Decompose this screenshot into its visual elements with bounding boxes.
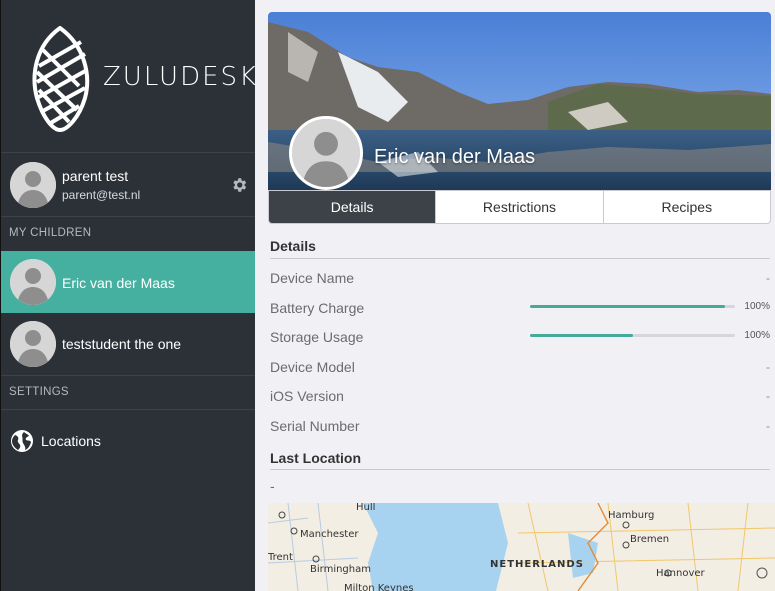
map-label-birmingham: Birmingham <box>310 564 371 575</box>
globe-icon <box>11 430 33 452</box>
storage-usage-label: Storage Usage <box>270 329 364 345</box>
storage-progress-fill <box>530 334 633 337</box>
tab-bar: Details Restrictions Recipes <box>268 190 771 224</box>
ios-version-value: - <box>766 389 770 403</box>
brand-name: ZULUDESK <box>103 62 259 92</box>
divider <box>1 152 256 153</box>
storage-usage-value: 100% <box>744 330 770 341</box>
tab-recipes[interactable]: Recipes <box>602 191 770 223</box>
serial-number-value: - <box>766 419 770 433</box>
child-avatar <box>10 321 56 367</box>
settings-header: SETTINGS <box>9 386 69 398</box>
serial-number-label: Serial Number <box>270 418 360 434</box>
divider <box>1 216 256 217</box>
battery-progress-fill <box>530 305 725 308</box>
child-avatar <box>10 259 56 305</box>
map-label-netherlands: NETHERLANDS <box>490 559 584 570</box>
last-location-title: Last Location <box>270 450 362 466</box>
child-item-teststudent[interactable]: teststudent the one <box>1 313 256 375</box>
map-label-bremen: Bremen <box>630 534 670 545</box>
parent-email: parent@test.nl <box>62 188 141 202</box>
tab-details[interactable]: Details <box>269 191 436 223</box>
child-name: Eric van der Maas <box>62 275 175 291</box>
battery-progress-bar <box>530 305 735 308</box>
device-model-value: - <box>766 360 770 374</box>
divider <box>1 409 256 410</box>
map-label-hamburg: Hamburg <box>608 510 655 521</box>
profile-avatar <box>289 116 363 190</box>
sidebar: ZULUDESK parent test parent@test.nl MY C… <box>0 0 259 591</box>
parent-avatar <box>10 162 56 208</box>
map-label-hannover: Hannover <box>656 568 705 579</box>
location-map[interactable]: Hull Manchester Trent Birmingham Milton … <box>268 503 775 591</box>
main-panel: Eric van der Maas Details Restrictions R… <box>255 0 775 591</box>
my-children-header: MY CHILDREN <box>9 227 92 239</box>
divider <box>1 375 256 376</box>
storage-progress-bar <box>530 334 735 337</box>
zuludesk-logo <box>32 26 90 132</box>
profile-name: Eric van der Maas <box>374 146 536 168</box>
gear-icon[interactable] <box>230 176 248 194</box>
divider <box>270 469 770 470</box>
tab-restrictions[interactable]: Restrictions <box>435 191 602 223</box>
battery-charge-label: Battery Charge <box>270 300 365 316</box>
map-label-manchester: Manchester <box>300 529 359 540</box>
device-model-label: Device Model <box>270 359 355 375</box>
last-location-value: - <box>270 478 275 494</box>
map-label-milton: Milton Keynes <box>344 583 414 591</box>
child-item-eric[interactable]: Eric van der Maas <box>1 251 256 313</box>
map-label-trent: Trent <box>268 552 293 563</box>
locations-link[interactable]: Locations <box>41 433 101 449</box>
parent-name: parent test <box>62 168 129 184</box>
device-name-label: Device Name <box>270 270 355 286</box>
profile-header: Eric van der Maas <box>268 12 771 190</box>
divider <box>270 258 770 259</box>
device-name-value: - <box>766 271 770 285</box>
battery-charge-value: 100% <box>744 301 770 312</box>
ios-version-label: iOS Version <box>270 388 344 404</box>
details-title: Details <box>270 238 316 254</box>
child-name: teststudent the one <box>62 336 182 352</box>
map-label-hull: Hull <box>356 503 376 513</box>
